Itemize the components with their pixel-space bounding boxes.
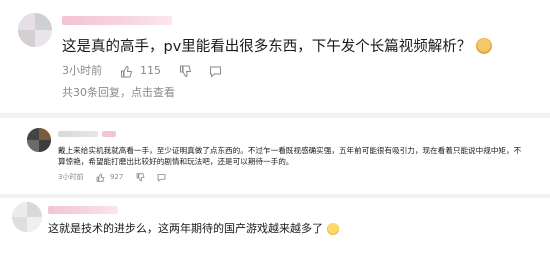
thinking-emoji <box>326 223 339 235</box>
thumb-up-icon[interactable] <box>96 173 105 182</box>
comment-card-2: 戴上来给实机我就高看一手，至少证明真做了点东西的。不过乍一看既视感确实强，五年前… <box>0 118 550 194</box>
comment-icon[interactable] <box>157 173 166 182</box>
username[interactable] <box>58 131 98 137</box>
comment-icon[interactable] <box>209 65 222 78</box>
username[interactable] <box>62 16 172 25</box>
thumb-down-icon[interactable] <box>179 65 192 78</box>
comment-text-body: 这是真的高手，pv里能看出很多东西，下午发个长篇视频解析？ <box>62 39 472 55</box>
comment-meta: 3小时前 927 <box>58 172 166 182</box>
comment-text-line: 戴上来给实机我就高看一手，至少证明真做了点东西的。不过乍一看既视感确实强，五年前… <box>58 146 522 155</box>
comment-text: 戴上来给实机我就高看一手，至少证明真做了点东西的。不过乍一看既视感确实强，五年前… <box>58 145 521 167</box>
comment-meta: 3小时前 115 <box>62 64 222 78</box>
thumb-down-icon[interactable] <box>136 172 145 182</box>
comment-card-3: 这就是技术的进步么，这两年期待的国产游戏越来越多了 <box>0 198 550 270</box>
user-badge <box>102 131 116 137</box>
like-count: 927 <box>109 173 124 181</box>
comment-text: 这就是技术的进步么，这两年期待的国产游戏越来越多了 <box>48 222 339 236</box>
avatar[interactable] <box>18 13 52 47</box>
comment-text-line: 算惊艳，希望能打磨出比较好的剧情和玩法吧，还是可以期待一手的。 <box>58 157 294 166</box>
thumb-up-icon[interactable] <box>120 65 133 78</box>
comment-text: 这是真的高手，pv里能看出很多东西，下午发个长篇视频解析？ <box>62 38 492 56</box>
avatar[interactable] <box>27 128 51 152</box>
avatar[interactable] <box>12 202 42 232</box>
doge-emoji <box>475 38 492 54</box>
username[interactable] <box>48 206 118 214</box>
like-count: 115 <box>140 64 161 77</box>
replies-summary[interactable]: 共30条回复，点击查看 <box>62 86 175 99</box>
comment-time: 3小时前 <box>62 64 102 77</box>
comment-text-body: 这就是技术的进步么，这两年期待的国产游戏越来越多了 <box>48 222 323 235</box>
comment-card-1: 这是真的高手，pv里能看出很多东西，下午发个长篇视频解析？ 3小时前 115 共… <box>0 0 550 113</box>
replies-link[interactable]: 共30条回复，点击查看 <box>62 86 175 100</box>
comment-time: 3小时前 <box>58 173 84 181</box>
